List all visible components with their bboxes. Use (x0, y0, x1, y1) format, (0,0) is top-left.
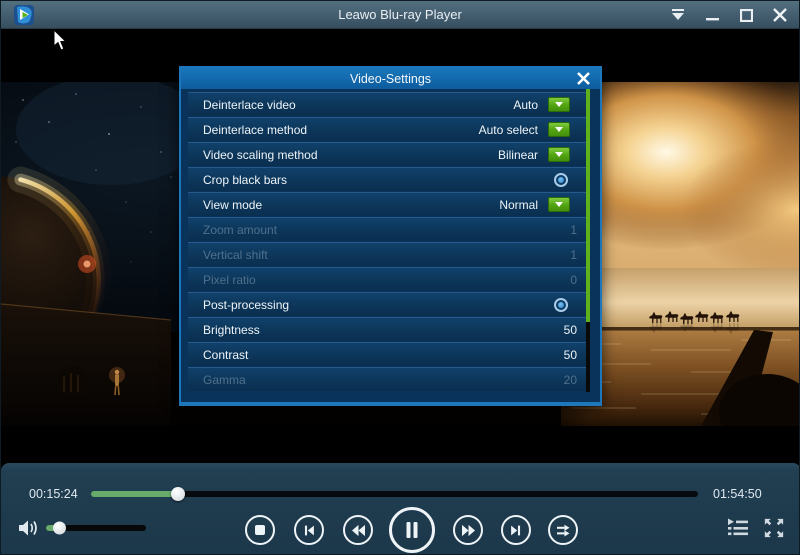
row-label: Brightness (203, 322, 260, 337)
pause-button[interactable] (389, 507, 435, 553)
fast-forward-button[interactable] (453, 515, 483, 545)
progress-fill (91, 491, 178, 497)
row-label: Deinterlace method (203, 122, 308, 137)
row-value: Normal (499, 197, 538, 212)
row-value: 1 (570, 247, 577, 262)
minimize-button[interactable] (703, 6, 721, 24)
chevron-down-icon (555, 127, 563, 132)
toggle-button[interactable] (554, 172, 568, 187)
progress-handle[interactable] (170, 487, 185, 501)
row-label: Gamma (203, 372, 246, 387)
play-order-button[interactable] (548, 515, 578, 545)
app-logo-icon (14, 5, 34, 25)
close-button[interactable] (771, 6, 789, 24)
row-gamma: Gamma 20 (188, 367, 586, 391)
rewind-button[interactable] (343, 515, 373, 545)
chevron-down-icon (555, 202, 563, 207)
mouse-cursor (53, 30, 67, 51)
chevron-down-icon (555, 102, 563, 107)
row-value: Auto select (478, 122, 538, 137)
row-value: Auto (513, 97, 538, 112)
row-deinterlace-method[interactable]: Deinterlace method Auto select (188, 117, 586, 141)
player-window: Leawo Blu-ray Player Video-Settings Dein… (0, 0, 800, 555)
dialog-body: Deinterlace video Auto Deinterlace metho… (181, 89, 600, 402)
stop-button[interactable] (245, 515, 275, 545)
row-value: Bilinear (497, 147, 538, 162)
row-value: 50 (563, 347, 577, 362)
menu-chevron-icon[interactable] (669, 6, 687, 24)
row-brightness[interactable]: Brightness 50 (188, 317, 586, 341)
row-label: Deinterlace video (203, 97, 296, 112)
maximize-button[interactable] (737, 6, 755, 24)
toggle-dot-icon (558, 176, 564, 183)
row-video-scaling-method[interactable]: Video scaling method Bilinear (188, 142, 586, 166)
row-view-mode[interactable]: View mode Normal (188, 192, 586, 216)
row-label: Crop black bars (203, 172, 288, 187)
dropdown-button[interactable] (548, 147, 570, 162)
dialog-header: Video-Settings (181, 68, 600, 89)
progress-bar[interactable] (91, 487, 698, 501)
dialog-close-icon[interactable] (574, 70, 592, 87)
row-post-processing[interactable]: Post-processing (188, 292, 586, 316)
row-vertical-shift: Vertical shift 1 (188, 242, 586, 266)
previous-button[interactable] (294, 515, 324, 545)
row-value: 20 (563, 372, 577, 387)
row-pixel-ratio: Pixel ratio 0 (188, 267, 586, 291)
toggle-dot-icon (558, 301, 564, 308)
titlebar-buttons (669, 1, 789, 29)
dropdown-button[interactable] (548, 197, 570, 212)
volume-controls (1, 516, 171, 546)
titlebar: Leawo Blu-ray Player (1, 1, 799, 29)
row-label: View mode (203, 197, 263, 212)
playlist-icon[interactable] (727, 518, 749, 538)
bottom-right-buttons (727, 518, 785, 538)
row-label: Zoom amount (203, 222, 278, 237)
duration-time: 01:54:50 (713, 487, 762, 501)
next-button[interactable] (501, 515, 531, 545)
volume-icon[interactable] (18, 518, 40, 538)
dialog-scrollbar-thumb[interactable] (586, 89, 590, 323)
fullscreen-icon[interactable] (763, 518, 785, 538)
row-zoom-amount: Zoom amount 1 (188, 217, 586, 241)
volume-handle[interactable] (53, 521, 66, 535)
row-value: 1 (570, 222, 577, 237)
dialog-scrollbar-track[interactable] (586, 89, 590, 392)
row-label: Pixel ratio (203, 272, 256, 287)
dialog-title: Video-Settings (349, 71, 432, 86)
video-settings-dialog: Video-Settings Deinterlace video Auto De… (179, 66, 602, 406)
row-label: Contrast (203, 347, 249, 362)
row-label: Video scaling method (203, 147, 318, 162)
row-label: Post-processing (203, 297, 290, 312)
row-label: Vertical shift (203, 247, 268, 262)
toggle-button[interactable] (554, 297, 568, 312)
elapsed-time: 00:15:24 (29, 487, 78, 501)
row-crop-black-bars[interactable]: Crop black bars (188, 167, 586, 191)
volume-slider[interactable] (46, 521, 146, 535)
row-deinterlace-video[interactable]: Deinterlace video Auto (188, 92, 586, 116)
row-value: 0 (570, 272, 577, 287)
row-value: 50 (563, 322, 577, 337)
dropdown-button[interactable] (548, 122, 570, 137)
row-contrast[interactable]: Contrast 50 (188, 342, 586, 366)
dropdown-button[interactable] (548, 97, 570, 112)
chevron-down-icon (555, 152, 563, 157)
